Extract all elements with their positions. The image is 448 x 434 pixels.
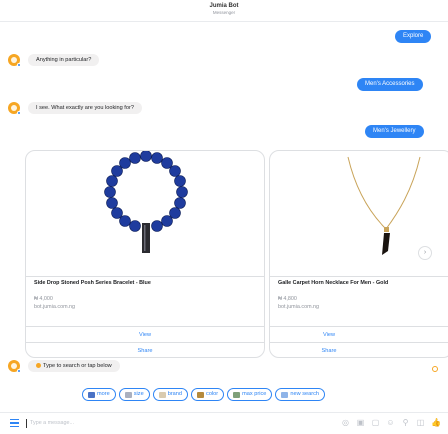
- bot-avatar[interactable]: [8, 102, 21, 115]
- emoji-icon[interactable]: ☺: [386, 418, 395, 427]
- quick-reply-label: more: [97, 391, 110, 397]
- share-button[interactable]: Share: [270, 342, 448, 357]
- composer-tools: ◎ ▣ ▢ ☺ ⚲ ◫ 👍: [341, 418, 441, 427]
- user-message-explore: Explore: [395, 30, 432, 43]
- bot-message-text: Type to search or tap below: [43, 363, 112, 369]
- product-price: ₦ 4,000: [34, 296, 53, 302]
- menu-icon[interactable]: [10, 419, 19, 427]
- bot-avatar[interactable]: [8, 54, 21, 67]
- bot-message: Anything in particular?: [28, 54, 100, 66]
- messenger-badge-icon: [17, 369, 21, 373]
- quick-reply-label: new search: [290, 391, 319, 397]
- messenger-badge-icon: [17, 63, 21, 67]
- message-composer: Type a message... ◎ ▣ ▢ ☺ ⚲ ◫ 👍: [0, 412, 448, 434]
- color-icon: [197, 391, 205, 398]
- conversation-header: Jumia Bot Messenger: [0, 0, 448, 22]
- view-button[interactable]: View: [26, 326, 264, 342]
- gif-icon[interactable]: ▣: [356, 418, 365, 427]
- product-image[interactable]: [26, 151, 264, 277]
- quick-reply-label: color: [206, 391, 219, 397]
- max-price-icon: [233, 391, 241, 398]
- read-receipt-icon: [432, 366, 438, 372]
- bot-message-row: I see. What exactly are you looking for?: [8, 102, 142, 115]
- sticker-icon[interactable]: ▢: [371, 418, 380, 427]
- like-icon[interactable]: 👍: [431, 418, 441, 427]
- more-icon: [88, 391, 95, 398]
- messenger-badge-icon: [17, 111, 21, 115]
- bulb-icon: [36, 363, 41, 369]
- product-price: ₦ 4,800: [278, 296, 297, 302]
- quick-reply-label: size: [133, 391, 144, 397]
- brand-icon: [158, 391, 166, 398]
- product-domain: bot.jumia.com.ng: [34, 304, 76, 310]
- photo-icon[interactable]: ◫: [416, 418, 425, 427]
- new-search-icon: [281, 391, 289, 398]
- bracelet-image: [104, 151, 188, 253]
- text-cursor: [26, 419, 27, 428]
- user-message-mens-jewellery: Men's Jewellery: [365, 125, 424, 138]
- view-button[interactable]: View: [270, 326, 448, 342]
- quick-reply-brand[interactable]: brand: [152, 388, 189, 401]
- carousel-next-button[interactable]: ›: [418, 246, 432, 260]
- product-domain: bot.jumia.com.ng: [278, 304, 320, 310]
- bot-name: Jumia Bot: [209, 3, 239, 9]
- camera-icon[interactable]: ◎: [341, 418, 350, 427]
- message-input[interactable]: Type a message...: [30, 420, 74, 426]
- quick-reply-color[interactable]: color: [191, 388, 225, 401]
- quick-reply-more[interactable]: more: [82, 388, 116, 401]
- location-icon[interactable]: ⚲: [401, 418, 410, 427]
- bot-avatar[interactable]: [8, 360, 21, 373]
- product-card[interactable]: Side Drop Stoned Posh Series Bracelet - …: [25, 150, 265, 358]
- size-icon: [124, 391, 132, 398]
- bot-message: I see. What exactly are you looking for?: [28, 102, 142, 114]
- bot-message: Type to search or tap below: [28, 360, 120, 372]
- quick-reply-size[interactable]: size: [118, 388, 150, 401]
- quick-reply-label: brand: [167, 391, 183, 397]
- bot-message-row: Anything in particular?: [8, 54, 100, 67]
- bot-message-row: Type to search or tap below: [8, 360, 120, 373]
- product-title: Side Drop Stoned Posh Series Bracelet - …: [34, 280, 151, 286]
- quick-replies: more size brand color max price new sear…: [82, 388, 325, 401]
- quick-reply-label: max price: [242, 391, 267, 397]
- bot-subtitle: Messenger: [212, 10, 236, 15]
- product-title: Galle Carpet Horn Necklace For Men - Gol…: [278, 280, 389, 286]
- user-message-mens-accessories: Men's Accessories: [357, 78, 423, 91]
- quick-reply-max-price[interactable]: max price: [227, 388, 273, 401]
- share-button[interactable]: Share: [26, 342, 264, 357]
- quick-reply-new-search[interactable]: new search: [275, 388, 325, 401]
